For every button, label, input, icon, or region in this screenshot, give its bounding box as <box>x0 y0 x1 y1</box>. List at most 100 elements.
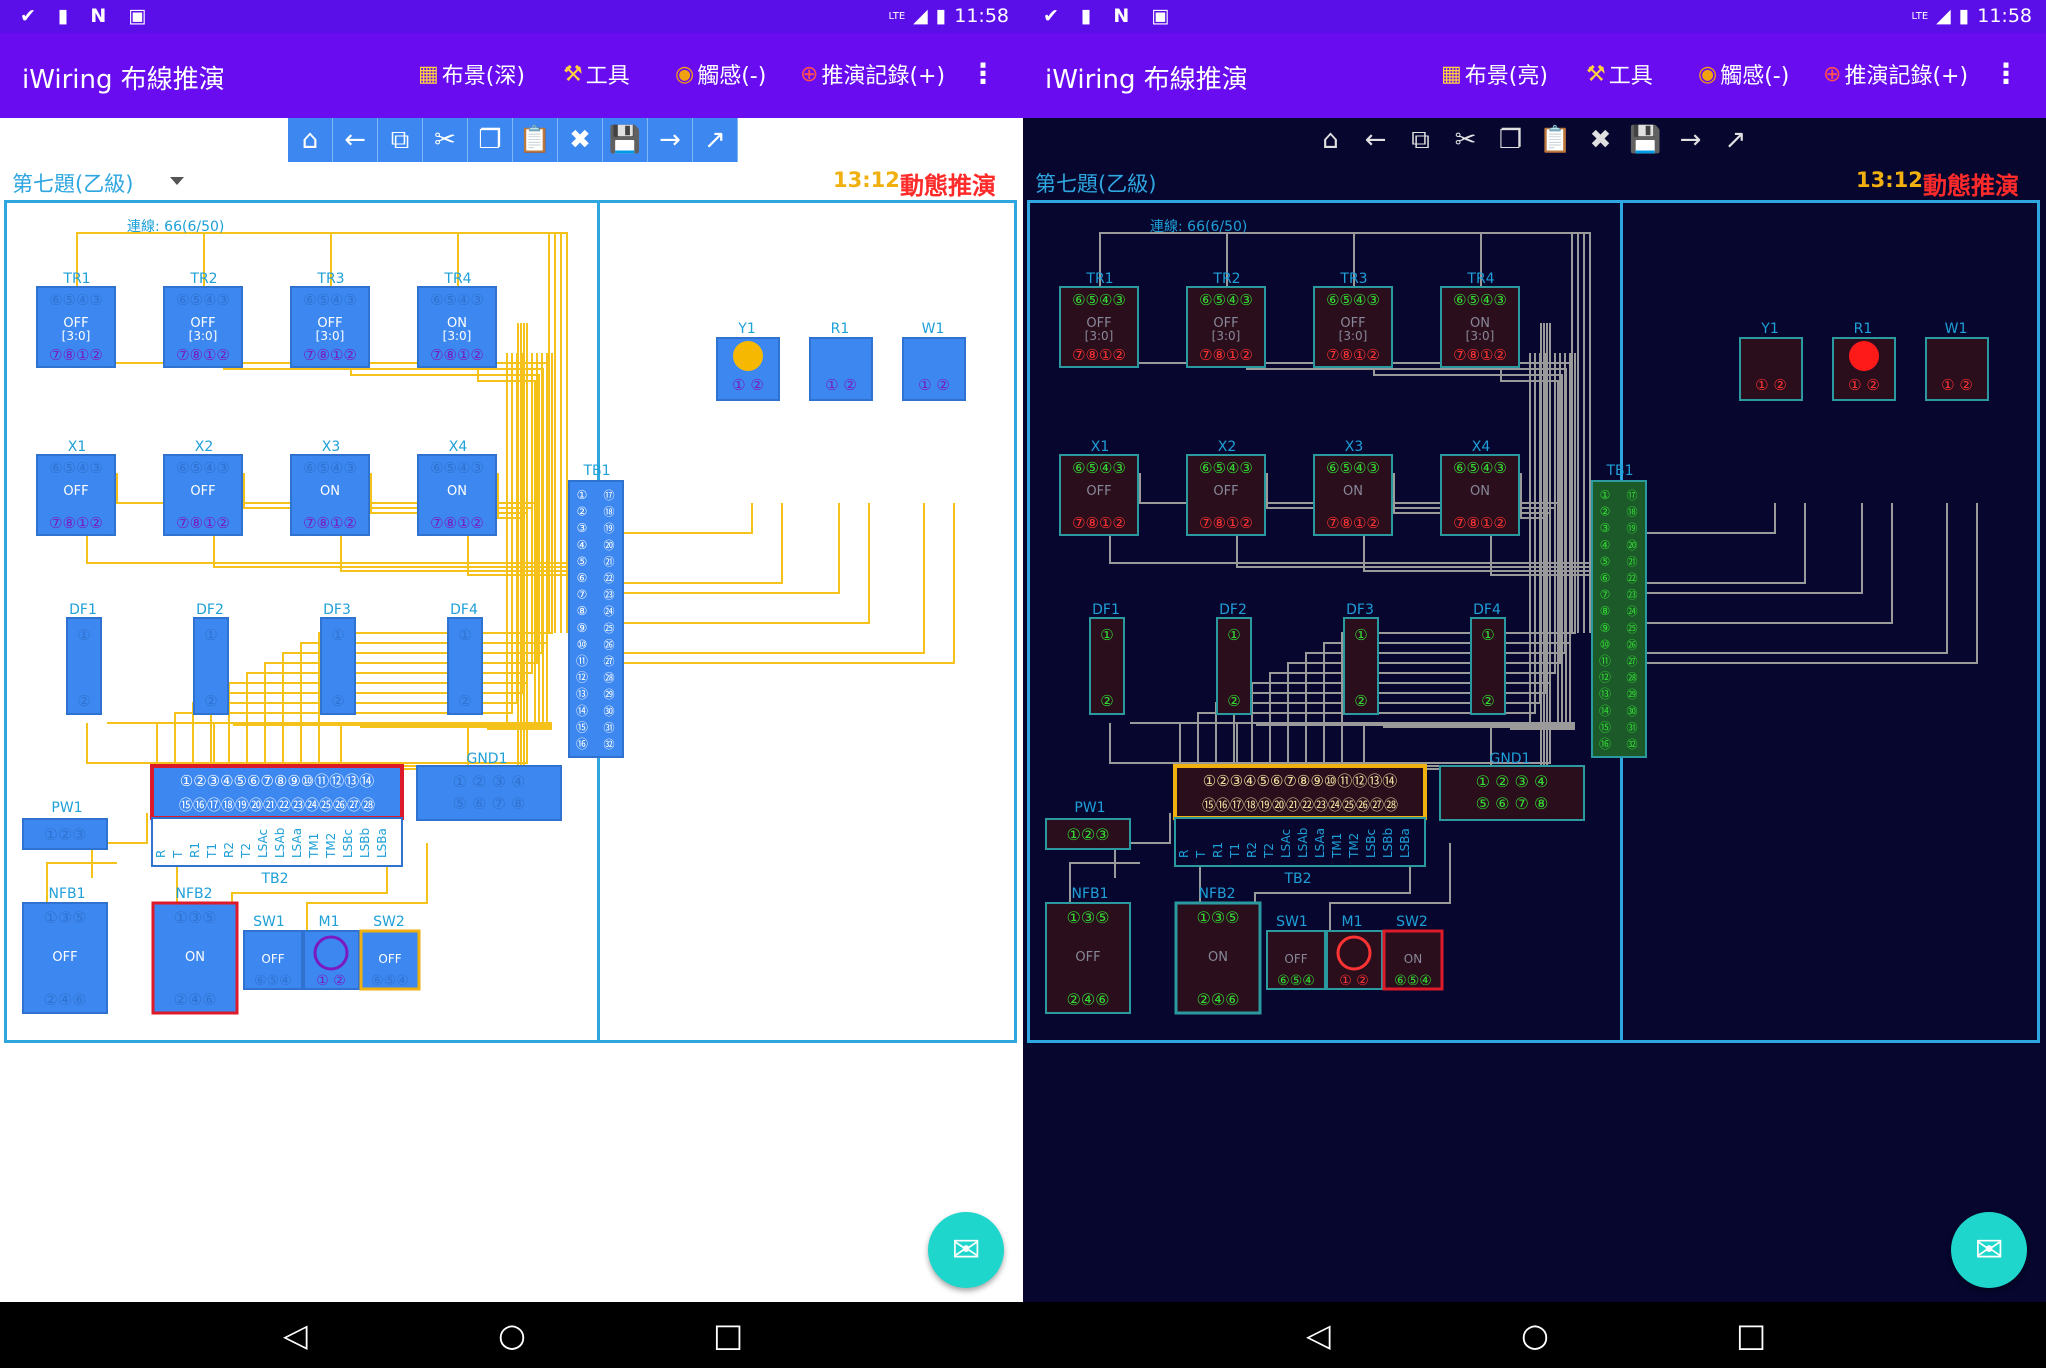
message-fab[interactable]: ✉ <box>928 1212 1004 1288</box>
back-arrow-button[interactable]: ← <box>333 118 378 162</box>
wire[interactable] <box>1630 503 1863 594</box>
expand-button[interactable]: ↗ <box>693 118 738 162</box>
clipboard-button[interactable]: 📋 <box>1533 118 1578 162</box>
breaker-nfb2[interactable]: NFB2 ①③⑤ ON ②④⑥ <box>151 886 239 1015</box>
relay-tr4[interactable]: TR4⑥⑤④③ON[3:0]⑦⑧①② <box>1440 271 1520 368</box>
power-pw1[interactable]: PW1 ①②③ <box>1045 800 1131 850</box>
home-button[interactable]: ⌂ <box>288 118 333 162</box>
motor-m1[interactable]: M1 ① ② <box>1326 914 1383 990</box>
nav-back-button[interactable]: ◁ <box>1306 1316 1331 1354</box>
nav-recents-button[interactable]: □ <box>713 1316 743 1354</box>
ground-block-gnd1[interactable]: GND1 ① ② ③ ④ ⑤ ⑥ ⑦ ⑧ <box>1439 751 1585 821</box>
tools-menu-button[interactable]: ⚒ 工具 <box>1586 58 1653 90</box>
nav-home-button[interactable]: ○ <box>1521 1316 1549 1354</box>
cut-button[interactable]: ✂ <box>1443 118 1488 162</box>
relay-tr3[interactable]: TR3⑥⑤④③OFF[3:0]⑦⑧①② <box>1313 271 1393 368</box>
switch-sw2[interactable]: SW2 ON ⑥⑤④ <box>1382 914 1444 991</box>
lamp-y1[interactable]: Y1 ① ② <box>1739 321 1803 401</box>
save-button[interactable]: 💾 <box>603 118 648 162</box>
relay-x4[interactable]: X4 ⑥⑤④③ ON ⑦⑧①② <box>1440 439 1520 536</box>
wiring-canvas[interactable]: 連線: 66(6/50)TR1⑥⑤④③OFF[3:0]⑦⑧①②TR2⑥⑤④③OF… <box>1030 203 2037 1040</box>
dropdown-arrow-icon[interactable] <box>170 177 184 185</box>
relay-tr1[interactable]: TR1⑥⑤④③OFF[3:0]⑦⑧①② <box>36 271 116 368</box>
lamp-y1[interactable]: Y1 ① ② <box>716 321 780 401</box>
nav-recents-button[interactable]: □ <box>1736 1316 1766 1354</box>
clipboard-button[interactable]: 📋 <box>513 118 558 162</box>
record-menu-button[interactable]: ⊕ 推演記錄(+) <box>800 58 945 90</box>
breaker-nfb1[interactable]: NFB1 ①③⑤ OFF ②④⑥ <box>1045 886 1131 1014</box>
touch-menu-button[interactable]: ◉ 觸感(-) <box>1698 58 1789 90</box>
wire[interactable] <box>607 503 925 654</box>
fuse-df2[interactable]: DF2 ① ② <box>1216 602 1252 715</box>
overflow-menu-icon[interactable]: ⋮ <box>1992 57 2020 90</box>
lamp-w1[interactable]: W1 ① ② <box>1925 321 1989 401</box>
copy-button[interactable]: ⧉ <box>1398 118 1443 162</box>
lamp-w1[interactable]: W1 ① ② <box>902 321 966 401</box>
relay-tr2[interactable]: TR2⑥⑤④③OFF[3:0]⑦⑧①② <box>1186 271 1266 368</box>
lamp-r1[interactable]: R1 ① ② <box>809 321 873 401</box>
overflow-menu-icon[interactable]: ⋮ <box>969 57 997 90</box>
fuse-df4[interactable]: DF4 ① ② <box>1470 602 1506 715</box>
forward-arrow-button[interactable]: → <box>1668 118 1713 162</box>
copy-button[interactable]: ⧉ <box>378 118 423 162</box>
fuse-df2[interactable]: DF2 ① ② <box>193 602 229 715</box>
relay-x4[interactable]: X4 ⑥⑤④③ ON ⑦⑧①② <box>417 439 497 536</box>
terminal-block-tb2[interactable]: ①②③④⑤⑥⑦⑧⑨⑩⑪⑫⑬⑭⑮⑯⑰⑱⑲⑳㉑㉒㉓㉔㉕㉖㉗㉘R T R1 T1 R2 T2 LS… <box>1173 764 1427 887</box>
breaker-nfb1[interactable]: NFB1 ①③⑤ OFF ②④⑥ <box>22 886 108 1014</box>
wire[interactable] <box>607 503 870 624</box>
terminal-block-tb1[interactable]: TB1 ① ② ③ ④ ⑤ ⑥ ⑦ ⑧ ⑨ ⑩ ⑪ ⑫ ⑬ ⑭ ⑮ ⑯ ⑰ ⑱ ⑲ ⑳ ㉑㉒㉓㉔㉕㉖㉗㉘㉙㉚㉛㉜ <box>1591 463 1647 758</box>
wiring-canvas[interactable]: 連線: 66(6/50)TR1⑥⑤④③OFF[3:0]⑦⑧①②TR2⑥⑤④③OF… <box>7 203 1014 1040</box>
save-button[interactable]: 💾 <box>1623 118 1668 162</box>
theme-menu-button[interactable]: ▦ 布景(亮) <box>1441 58 1548 90</box>
switch-sw1[interactable]: SW1 OFF ⑥⑤④ <box>1266 914 1326 990</box>
relay-x2[interactable]: X2 ⑥⑤④③ OFF ⑦⑧①② <box>163 439 243 536</box>
breaker-nfb2[interactable]: NFB2 ①③⑤ ON ②④⑥ <box>1174 886 1262 1015</box>
tools-menu-button[interactable]: ⚒ 工具 <box>563 58 630 90</box>
wire[interactable] <box>607 503 753 534</box>
relay-x3[interactable]: X3 ⑥⑤④③ ON ⑦⑧①② <box>290 439 370 536</box>
touch-menu-button[interactable]: ◉ 觸感(-) <box>675 58 766 90</box>
fuse-df1[interactable]: DF1 ① ② <box>66 602 102 715</box>
delete-button[interactable]: ✖ <box>1578 118 1623 162</box>
wire[interactable] <box>607 503 840 594</box>
motor-m1[interactable]: M1 ① ② <box>303 914 360 990</box>
wire[interactable] <box>1630 503 1948 654</box>
message-fab[interactable]: ✉ <box>1951 1212 2027 1288</box>
wire[interactable] <box>1630 503 1806 584</box>
lamp-r1[interactable]: R1 ① ② <box>1832 321 1896 401</box>
delete-button[interactable]: ✖ <box>558 118 603 162</box>
switch-sw1[interactable]: SW1 OFF ⑥⑤④ <box>243 914 303 990</box>
terminal-block-tb1[interactable]: TB1 ① ② ③ ④ ⑤ ⑥ ⑦ ⑧ ⑨ ⑩ ⑪ ⑫ ⑬ ⑭ ⑮ ⑯ ⑰ ⑱ ⑲ ⑳ ㉑㉒㉓㉔㉕㉖㉗㉘㉙㉚㉛㉜ <box>568 463 624 758</box>
fuse-df1[interactable]: DF1 ① ② <box>1089 602 1125 715</box>
question-title[interactable]: 第七題(乙級) <box>12 168 133 198</box>
relay-tr2[interactable]: TR2⑥⑤④③OFF[3:0]⑦⑧①② <box>163 271 243 368</box>
relay-x3[interactable]: X3 ⑥⑤④③ ON ⑦⑧①② <box>1313 439 1393 536</box>
theme-menu-button[interactable]: ▦ 布景(深) <box>418 58 525 90</box>
terminal-block-tb2[interactable]: ①②③④⑤⑥⑦⑧⑨⑩⑪⑫⑬⑭⑮⑯⑰⑱⑲⑳㉑㉒㉓㉔㉕㉖㉗㉘R T R1 T1 R2 T2 LS… <box>150 764 404 887</box>
duplicate-button[interactable]: ❐ <box>468 118 513 162</box>
wire[interactable] <box>1630 503 1776 534</box>
switch-sw2[interactable]: SW2 OFF ⑥⑤④ <box>359 914 421 991</box>
fuse-df3[interactable]: DF3 ① ② <box>320 602 356 715</box>
ground-block-gnd1[interactable]: GND1 ① ② ③ ④ ⑤ ⑥ ⑦ ⑧ <box>416 751 562 821</box>
question-title[interactable]: 第七題(乙級) <box>1035 168 1156 198</box>
wire[interactable] <box>1630 503 1893 624</box>
cut-button[interactable]: ✂ <box>423 118 468 162</box>
record-menu-button[interactable]: ⊕ 推演記錄(+) <box>1823 58 1968 90</box>
relay-x1[interactable]: X1 ⑥⑤④③ OFF ⑦⑧①② <box>1059 439 1139 536</box>
nav-back-button[interactable]: ◁ <box>283 1316 308 1354</box>
nav-home-button[interactable]: ○ <box>498 1316 526 1354</box>
wire[interactable] <box>607 503 783 584</box>
duplicate-button[interactable]: ❐ <box>1488 118 1533 162</box>
wiring-diagram[interactable]: 連線: 66(6/50) TR1 ⑥⑤④③ OFF [3:0] ⑦⑧①② TR2 ⑥⑤④③ OF… <box>4 200 1017 1043</box>
expand-button[interactable]: ↗ <box>1713 118 1758 162</box>
fuse-df4[interactable]: DF4 ① ② <box>447 602 483 715</box>
relay-x1[interactable]: X1 ⑥⑤④③ OFF ⑦⑧①② <box>36 439 116 536</box>
power-pw1[interactable]: PW1 ①②③ <box>22 800 108 850</box>
fuse-df3[interactable]: DF3 ① ② <box>1343 602 1379 715</box>
relay-x2[interactable]: X2 ⑥⑤④③ OFF ⑦⑧①② <box>1186 439 1266 536</box>
relay-tr1[interactable]: TR1⑥⑤④③OFF[3:0]⑦⑧①② <box>1059 271 1139 368</box>
relay-tr3[interactable]: TR3⑥⑤④③OFF[3:0]⑦⑧①② <box>290 271 370 368</box>
back-arrow-button[interactable]: ← <box>1353 118 1398 162</box>
home-button[interactable]: ⌂ <box>1308 118 1353 162</box>
